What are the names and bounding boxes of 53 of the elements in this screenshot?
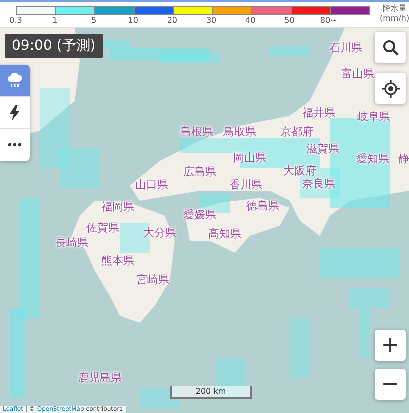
- prefecture-label: 徳島県: [246, 198, 280, 214]
- locate-icon: [382, 80, 400, 98]
- rain-area: [290, 318, 310, 378]
- rain-area: [140, 388, 180, 408]
- scale-tick-label: 80~: [320, 16, 338, 25]
- prefecture-label: 石川県: [330, 40, 362, 56]
- scale-tick-label: 0.3: [10, 16, 22, 25]
- prefecture-label: 熊本県: [102, 254, 134, 268]
- legend-unit: (mm/h): [380, 14, 409, 24]
- zoom-out-button[interactable]: −: [375, 369, 406, 400]
- prefecture-label: 宮崎県: [136, 272, 170, 288]
- lightning-icon: [10, 104, 20, 120]
- prefecture-label: 静: [398, 152, 409, 166]
- prefecture-label: 鳥取県: [224, 124, 256, 140]
- prefecture-label: 滋賀県: [306, 142, 340, 156]
- layer-button[interactable]: [0, 129, 30, 161]
- prefecture-label: 大分県: [144, 226, 176, 240]
- locate-button[interactable]: [375, 73, 406, 104]
- legend-title: 降水量: [382, 4, 407, 14]
- scale-tick-label: 1: [52, 16, 58, 25]
- scale-tick-label: 30: [206, 16, 217, 25]
- rain-cloud-icon: [7, 73, 23, 88]
- search-icon: [382, 40, 398, 56]
- scale-tick-label: 10: [128, 16, 138, 25]
- prefecture-label: 愛知県: [356, 152, 390, 166]
- scale-tick-label: 20: [167, 16, 178, 25]
- prefecture-label: 山口県: [136, 178, 168, 192]
- scale-tick-label: 40: [246, 16, 256, 25]
- prefecture-label: 富山県: [342, 66, 374, 82]
- prefecture-label: 長崎県: [56, 236, 88, 250]
- prefecture-label: 岐阜県: [358, 110, 390, 124]
- prefecture-label: 島根県: [180, 124, 214, 140]
- prefecture-label: 高知県: [208, 226, 242, 242]
- prefecture-label: 鹿児島県: [78, 370, 122, 386]
- prefecture-label: 福井県: [302, 106, 336, 120]
- scale-tick-label: 50: [284, 16, 295, 25]
- zoom-in-button[interactable]: +: [375, 330, 406, 361]
- prefecture-label: 大阪府: [284, 164, 316, 178]
- search-button[interactable]: [375, 32, 406, 63]
- scale-tick-label: 5: [92, 16, 97, 25]
- prefecture-label: 福岡県: [102, 200, 134, 214]
- rain-area: [270, 46, 310, 56]
- prefecture-label: 岡山県: [234, 150, 266, 166]
- forecast-time-badge: 09:00 (予測): [5, 34, 103, 58]
- prefecture-label: 香川県: [230, 178, 262, 192]
- prefecture-label: 広島県: [184, 164, 216, 180]
- layer-button[interactable]: [0, 97, 30, 129]
- prefecture-label: 京都府: [280, 124, 314, 140]
- prefecture-label: 奈良県: [302, 176, 336, 192]
- map-scale-bar: 200 km: [170, 386, 252, 399]
- prefecture-label: 愛媛県: [184, 208, 216, 222]
- prefecture-label: 佐賀県: [86, 220, 120, 236]
- more-icon: [8, 143, 22, 147]
